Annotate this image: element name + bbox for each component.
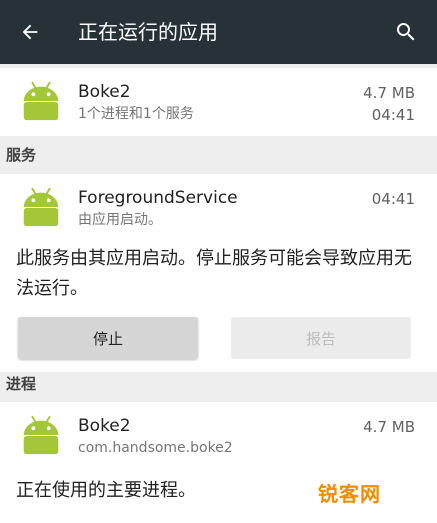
page-title: 正在运行的应用 — [78, 20, 218, 44]
service-row: ForegroundService 由应用启动。 04:41 — [0, 174, 437, 238]
process-memory-size: 4.7 MB — [363, 418, 415, 436]
stop-service-button[interactable]: 停止 — [18, 317, 198, 359]
site-watermark: 锐客网 — [318, 478, 381, 507]
service-started-by: 由应用启动。 — [78, 212, 162, 228]
android-icon — [23, 415, 59, 455]
arrow-left-icon — [22, 24, 38, 40]
app-memory-size: 4.7 MB — [363, 84, 415, 102]
service-description: 此服务由其应用启动。停止服务可能会导致应用无法运行。 — [16, 248, 412, 299]
processes-section-header: 进程 — [6, 375, 37, 393]
search-button[interactable] — [388, 14, 424, 50]
app-toolbar: 正在运行的应用 — [0, 0, 437, 64]
app-summary-row[interactable]: Boke2 1个进程和1个服务 4.7 MB 04:41 — [0, 68, 437, 132]
search-icon — [397, 23, 415, 41]
android-icon — [23, 81, 59, 121]
app-summary-card: Boke2 1个进程和1个服务 4.7 MB 04:41 — [0, 68, 437, 136]
services-section-header: 服务 — [6, 146, 37, 164]
service-name: ForegroundService — [78, 188, 238, 208]
app-run-time: 04:41 — [371, 106, 415, 124]
process-row: Boke2 com.handsome.boke2 4.7 MB — [0, 402, 437, 466]
back-button[interactable] — [12, 14, 48, 50]
android-icon — [23, 187, 59, 227]
app-process-summary: 1个进程和1个服务 — [78, 106, 194, 122]
process-package: com.handsome.boke2 — [78, 440, 233, 456]
watermark-text: 锐客网 — [318, 482, 381, 506]
service-run-time: 04:41 — [371, 190, 415, 208]
process-name: Boke2 — [78, 416, 131, 436]
app-name: Boke2 — [78, 82, 131, 102]
report-button: 报告 — [231, 317, 411, 359]
